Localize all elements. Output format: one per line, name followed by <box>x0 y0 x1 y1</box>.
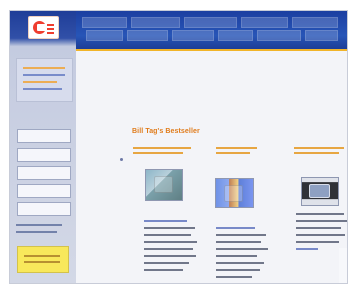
promo-box[interactable] <box>17 246 69 273</box>
feature-text <box>216 262 264 264</box>
feature-heading[interactable] <box>133 147 191 149</box>
logo-mark-icon <box>33 21 48 34</box>
nav-item[interactable] <box>184 17 237 28</box>
nav-row <box>86 30 338 41</box>
feature-text <box>216 234 266 236</box>
nav-item[interactable] <box>172 30 214 41</box>
feature-text <box>144 262 189 264</box>
nav-item[interactable] <box>305 30 338 41</box>
feature-thumbnail[interactable] <box>215 178 254 208</box>
feature-link[interactable] <box>144 220 187 222</box>
screenshot-page: Bill Tag's Bestseller <box>0 0 360 292</box>
sidebar-nav-item[interactable] <box>17 166 71 180</box>
sidebar-line <box>23 67 65 69</box>
feature-heading[interactable] <box>216 152 250 154</box>
feature-text <box>144 248 193 250</box>
bullet-icon <box>120 158 123 161</box>
sidebar-panel <box>16 58 73 102</box>
feature-text <box>144 227 195 229</box>
top-navigation <box>76 11 347 51</box>
feature-text <box>144 234 191 236</box>
sidebar-nav-item[interactable] <box>17 184 71 198</box>
nav-item[interactable] <box>82 17 127 28</box>
sidebar-nav-item[interactable] <box>17 148 71 162</box>
window-edge <box>339 248 347 283</box>
browser-screen: Bill Tag's Bestseller <box>9 10 348 284</box>
feature-heading[interactable] <box>216 147 257 149</box>
thumbnail-art-icon <box>154 176 173 193</box>
nav-item[interactable] <box>86 30 123 41</box>
nav-item[interactable] <box>292 17 338 28</box>
logo-stripes-icon <box>47 24 54 26</box>
sidebar-line <box>23 88 62 90</box>
feature-text <box>296 220 347 222</box>
feature-text <box>144 255 196 257</box>
feature-column <box>215 147 288 283</box>
nav-item[interactable] <box>131 17 180 28</box>
main-content: Bill Tag's Bestseller <box>76 51 347 283</box>
nav-item[interactable] <box>127 30 168 41</box>
feature-link[interactable] <box>296 248 318 250</box>
feature-text <box>216 248 268 250</box>
feature-heading[interactable] <box>294 147 344 149</box>
sidebar-line <box>23 74 65 76</box>
sidebar-line <box>23 81 57 83</box>
brand-logo[interactable] <box>28 16 59 39</box>
left-sidebar <box>10 11 77 283</box>
feature-text <box>296 241 339 243</box>
feature-text <box>144 241 197 243</box>
thumbnail-art-icon <box>309 184 330 198</box>
nav-item[interactable] <box>218 30 253 41</box>
feature-heading[interactable] <box>133 152 183 154</box>
sidebar-text <box>16 231 57 233</box>
sidebar-nav-item[interactable] <box>17 129 71 143</box>
nav-item[interactable] <box>241 17 288 28</box>
feature-text <box>296 227 341 229</box>
thumbnail-art-icon <box>224 185 243 202</box>
sidebar-nav-item[interactable] <box>17 202 71 216</box>
section-title: Bill Tag's Bestseller <box>132 128 200 135</box>
feature-text <box>296 213 344 215</box>
feature-text <box>216 241 261 243</box>
feature-text <box>296 234 345 236</box>
feature-text <box>216 269 260 271</box>
feature-link[interactable] <box>216 227 255 229</box>
feature-text <box>144 269 183 271</box>
nav-item[interactable] <box>257 30 301 41</box>
feature-text <box>216 276 252 278</box>
feature-text <box>216 255 257 257</box>
feature-thumbnail[interactable] <box>145 169 183 201</box>
feature-heading[interactable] <box>294 152 339 154</box>
feature-column <box>133 147 205 283</box>
sidebar-text <box>16 224 62 226</box>
nav-row <box>82 17 338 28</box>
feature-thumbnail[interactable] <box>301 177 339 206</box>
